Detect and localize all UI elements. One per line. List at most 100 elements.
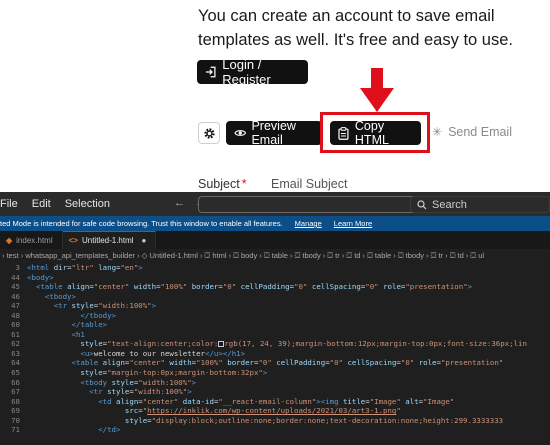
code-token: "0": [222, 282, 237, 292]
code-token: </u></h1>: [205, 348, 246, 358]
command-center-search[interactable]: Search: [410, 196, 550, 213]
line-content: <tr style="width:100%">: [27, 387, 191, 397]
line-number: 45: [11, 282, 20, 292]
line-content: style="margin-top:0px;margin-bottom:32px…: [27, 368, 267, 378]
line-number: 3: [15, 263, 20, 272]
line-number: 65: [11, 368, 20, 378]
code-token: "margin-top:0px;margin-bottom:32px": [107, 368, 263, 378]
line-content: <tbody style="width:100%">: [27, 378, 196, 388]
line-number: 63: [11, 348, 20, 358]
code-line[interactable]: 62 style="text-align:center;color: rgb(17…: [0, 339, 550, 349]
command-center-frame[interactable]: [198, 196, 420, 213]
settings-button[interactable]: [198, 122, 220, 144]
menu-selection[interactable]: Selection: [65, 198, 110, 210]
code-editor-window: File Edit Selection ←→ Search ted Mode i…: [0, 192, 550, 445]
line-content: <tbody>: [27, 292, 76, 302]
code-line[interactable]: 64 <table align="center" width="100%" bo…: [0, 358, 550, 368]
code-line[interactable]: 68 <td align="center" data-id="__react-e…: [0, 397, 550, 407]
code-token: "en": [120, 263, 139, 272]
code-line[interactable]: 69 src="https://inklik.com/wp-content/up…: [0, 406, 550, 416]
unsaved-dot-icon[interactable]: ●: [142, 236, 147, 245]
code-token: "0": [258, 358, 272, 368]
code-line[interactable]: 63 <u>welcome to our newsletter</u></h1>: [0, 349, 550, 359]
learn-more-link[interactable]: Learn More: [334, 219, 372, 228]
line-number: 67: [11, 387, 20, 397]
code-token: ><img: [316, 396, 343, 406]
code-line[interactable]: 47 <tr style="width:100%">: [0, 301, 550, 311]
line-content: </td>: [27, 425, 120, 435]
code-token: "presentation": [440, 358, 504, 368]
code-token: "width:100%": [138, 377, 192, 387]
search-icon: [417, 199, 427, 209]
code-token: cellPadding: [276, 358, 326, 368]
line-number: 44: [11, 272, 20, 282]
code-token: style: [124, 415, 148, 425]
line-content: </table>: [27, 320, 108, 330]
code-token: title: [342, 396, 366, 406]
code-token: "0": [294, 282, 308, 292]
line-content: <table align="center" width="100%" borde…: [27, 358, 504, 368]
line-number: 64: [11, 358, 20, 368]
code-token: role: [383, 282, 401, 292]
code-token: <table: [71, 358, 103, 368]
code-token: cellSpacing: [311, 282, 361, 292]
code-token: <tbody>: [44, 291, 76, 301]
line-number: 46: [11, 291, 20, 301]
code-line[interactable]: 60 </table>: [0, 320, 550, 330]
tab-untitled-html[interactable]: <> Untitled-1.html ●: [62, 231, 157, 249]
login-register-button[interactable]: Login / Register: [197, 57, 308, 87]
code-token: "center": [93, 282, 130, 292]
code-line[interactable]: 45 <table align="center" width="100%" bo…: [0, 282, 550, 292]
menu-file[interactable]: File: [0, 198, 18, 210]
code-token: "presentation": [405, 282, 468, 292]
line-content: <tr style="width:100%">: [27, 301, 156, 311]
code-line[interactable]: 66 <tbody style="width:100%">: [0, 378, 550, 388]
send-email-button[interactable]: ✳ Send Email: [432, 125, 512, 139]
code-token: cellSpacing: [347, 358, 397, 368]
code-token: align: [116, 396, 139, 406]
code-token: style: [111, 377, 134, 387]
code-token: </tbody>: [80, 310, 117, 320]
code-token: lang: [98, 263, 117, 272]
code-token: align: [67, 282, 90, 292]
code-line[interactable]: 71 </td>: [0, 425, 550, 435]
code-token: width: [169, 358, 192, 368]
code-line[interactable]: 61 <h1: [0, 330, 550, 340]
line-number: 69: [11, 406, 20, 416]
code-line[interactable]: 48 </tbody>: [0, 311, 550, 321]
code-line[interactable]: 46 <tbody>: [0, 292, 550, 302]
code-token: data-id: [182, 396, 214, 406]
code-token: style: [80, 368, 103, 378]
code-token: "width:100%": [98, 301, 152, 311]
send-email-label: Send Email: [448, 125, 512, 139]
line-content: src="https://inklik.com/wp-content/uploa…: [27, 406, 401, 416]
code-area[interactable]: 3 <html dir="ltr" lang="en"> 44 <body> 45 <t…: [0, 263, 550, 445]
subject-input[interactable]: Email Subject: [271, 177, 347, 191]
code-token: "display:block;outline:none;border:none;…: [151, 415, 504, 425]
required-marker: *: [241, 177, 247, 191]
code-token: <table: [35, 282, 68, 292]
code-line[interactable]: 67 <tr style="width:100%">: [0, 387, 550, 397]
menu-edit[interactable]: Edit: [32, 198, 51, 210]
code-token: "0": [329, 358, 344, 368]
back-arrow-icon[interactable]: ←: [174, 197, 195, 209]
manage-link[interactable]: Manage: [295, 219, 322, 228]
line-number: 60: [11, 320, 20, 330]
code-token: "center": [142, 396, 179, 406]
code-token: <tbody: [80, 377, 112, 387]
code-line[interactable]: 3 <html dir="ltr" lang="en">: [0, 263, 550, 273]
code-token: https://inklik.com/wp-content/uploads/20…: [147, 406, 397, 416]
preview-email-button[interactable]: Preview Email: [226, 119, 322, 147]
code-token: ": [396, 406, 401, 416]
code-token: align: [102, 358, 125, 368]
code-token: width: [133, 282, 157, 292]
code-line[interactable]: 44 <body>: [0, 273, 550, 283]
line-number: 61: [11, 329, 20, 339]
breadcrumb[interactable]: › test › whatsapp_api_templates_builder …: [0, 249, 550, 262]
code-line[interactable]: 70 style="display:block;outline:none;bor…: [0, 416, 550, 426]
code-token: "100%": [196, 358, 223, 368]
code-token: dir: [53, 263, 68, 272]
code-token: style: [107, 387, 130, 397]
code-line[interactable]: 65 style="margin-top:0px;margin-bottom:3…: [0, 368, 550, 378]
tab-index-html[interactable]: ◈ index.html: [0, 231, 63, 249]
